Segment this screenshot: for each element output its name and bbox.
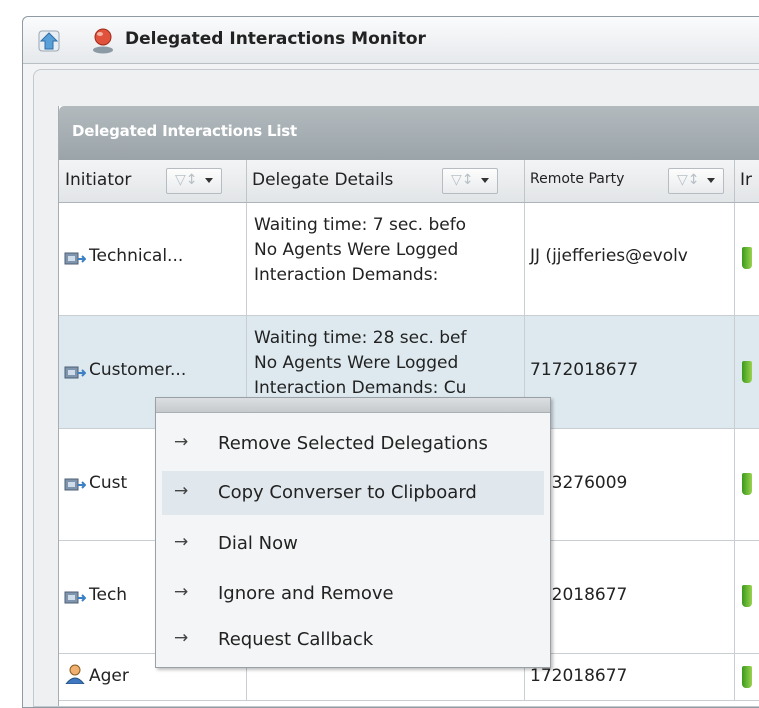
title-bar: Delegated Interactions Monitor	[23, 17, 759, 64]
status-icon	[742, 361, 752, 383]
initiator-text: Tech	[89, 585, 128, 605]
initiator-text: Technical...	[89, 246, 184, 266]
dropdown-icon	[707, 178, 715, 183]
menu-item-remove-selected-delegations[interactable]: → Remove Selected Delegations	[162, 422, 544, 466]
filter-icon: ▽↕	[451, 172, 474, 188]
arrow-right-icon: →	[174, 532, 189, 552]
remote-party-text: JJ (jjefferies@evolv	[530, 246, 688, 266]
up-home-icon[interactable]	[37, 29, 61, 53]
arrow-right-icon: →	[174, 628, 189, 648]
menu-item-label: Request Callback	[218, 629, 374, 650]
column-label: Initiator	[65, 170, 132, 190]
window-title: Delegated Interactions Monitor	[125, 29, 426, 49]
context-menu-header	[156, 398, 550, 413]
menu-item-label: Remove Selected Delegations	[218, 433, 488, 454]
filter-icon: ▽↕	[677, 172, 700, 188]
menu-item-request-callback[interactable]: → Request Callback	[162, 618, 544, 662]
monitor-icon	[93, 28, 113, 54]
workgroup-icon	[64, 591, 86, 604]
menu-item-label: Ignore and Remove	[218, 583, 394, 604]
filter-sort-button[interactable]: ▽↕	[668, 168, 724, 194]
delegate-details-text: Waiting time: 28 sec. bef No Agents Were…	[254, 328, 467, 398]
panel-title: Delegated Interactions List	[72, 122, 297, 140]
status-icon	[742, 473, 752, 495]
menu-item-label: Copy Converser to Clipboard	[218, 482, 477, 503]
arrow-right-icon: →	[174, 582, 189, 602]
table-header: Initiator ▽↕ Delegate Details ▽↕ Remote …	[59, 160, 759, 203]
agent-person-icon	[65, 664, 85, 684]
status-icon	[742, 666, 752, 688]
workgroup-icon	[64, 366, 86, 379]
workgroup-icon	[64, 478, 86, 491]
filter-sort-button[interactable]: ▽↕	[166, 168, 222, 194]
initiator-text: Customer...	[89, 360, 187, 380]
dropdown-icon	[481, 178, 489, 183]
context-menu: → Remove Selected Delegations → Copy Con…	[155, 397, 551, 668]
menu-item-dial-now[interactable]: → Dial Now	[162, 522, 544, 566]
status-icon	[742, 585, 752, 607]
menu-item-ignore-and-remove[interactable]: → Ignore and Remove	[162, 572, 544, 616]
menu-item-copy-converser[interactable]: → Copy Converser to Clipboard	[162, 471, 544, 515]
arrow-right-icon: →	[174, 432, 189, 452]
column-header-remote-party[interactable]: Remote Party ▽↕	[524, 160, 735, 202]
column-header-ir[interactable]: Ir	[734, 160, 759, 202]
menu-item-label: Dial Now	[218, 533, 298, 554]
filter-icon: ▽↕	[175, 172, 198, 188]
remote-party-text: 7172018677	[530, 360, 639, 380]
initiator-text: Cust	[89, 473, 128, 493]
column-header-delegate-details[interactable]: Delegate Details ▽↕	[246, 160, 525, 202]
filter-sort-button[interactable]: ▽↕	[442, 168, 498, 194]
initiator-text: Ager	[89, 666, 129, 686]
delegate-details-text: Waiting time: 7 sec. befo No Agents Were…	[254, 215, 467, 285]
remote-party-text: 172018677	[530, 666, 628, 686]
panel-header: Delegated Interactions List	[59, 106, 759, 160]
arrow-right-icon: →	[174, 481, 189, 501]
table-row[interactable]: Technical... Waiting time: 7 sec. befo N…	[59, 203, 759, 316]
dropdown-icon	[205, 178, 213, 183]
column-label: Delegate Details	[252, 170, 394, 190]
column-label: Ir	[740, 170, 753, 190]
status-icon	[742, 247, 752, 269]
workgroup-icon	[64, 252, 86, 265]
column-header-initiator[interactable]: Initiator ▽↕	[59, 160, 247, 202]
column-label: Remote Party	[530, 171, 625, 187]
